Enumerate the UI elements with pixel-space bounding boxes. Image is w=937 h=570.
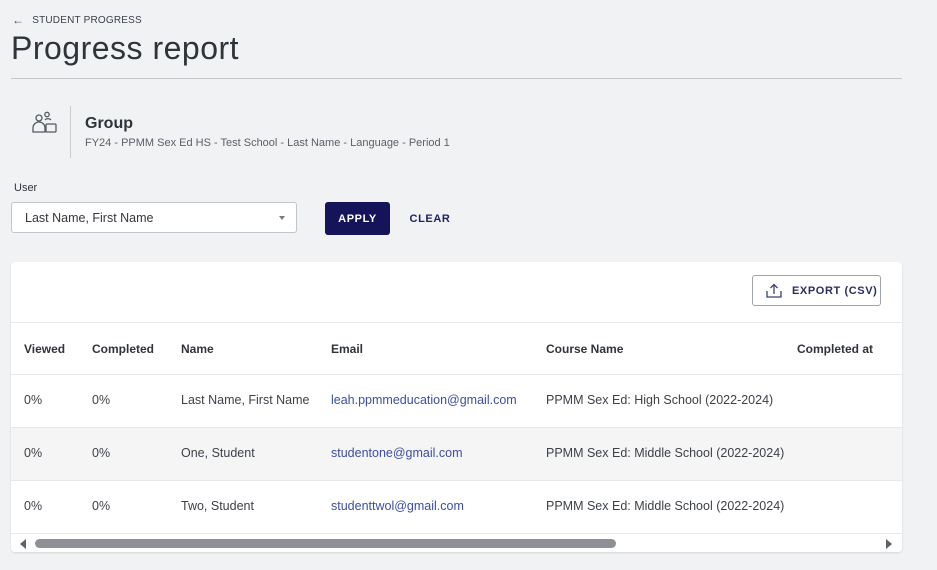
scroll-right-icon[interactable] xyxy=(886,539,892,549)
table-row: 0% 0% One, Student studentone@gmail.com … xyxy=(11,428,902,481)
page-title: Progress report xyxy=(11,30,240,66)
column-header-course-name[interactable]: Course Name xyxy=(546,342,623,356)
title-divider xyxy=(11,78,902,79)
cell-course-name: PPMM Sex Ed: High School (2022-2024) xyxy=(546,393,774,407)
group-users-icon xyxy=(32,111,57,133)
user-select-value: Last Name, First Name xyxy=(25,210,154,225)
cell-email-link[interactable]: studentone@gmail.com xyxy=(331,446,463,460)
table-row: 0% 0% Two, Student studenttwol@gmail.com… xyxy=(11,481,902,534)
chevron-down-icon xyxy=(279,216,285,220)
column-header-name[interactable]: Name xyxy=(181,342,214,356)
breadcrumb-label[interactable]: STUDENT PROGRESS xyxy=(32,15,142,26)
horizontal-scrollbar[interactable] xyxy=(11,535,902,552)
column-header-email[interactable]: Email xyxy=(331,342,363,356)
export-csv-button[interactable]: EXPORT (CSV) xyxy=(752,275,881,306)
cell-name: Two, Student xyxy=(181,499,254,513)
cell-completed: 0% xyxy=(92,393,111,407)
progress-table-card: EXPORT (CSV) Viewed Completed Name Email… xyxy=(11,262,902,552)
arrow-left-icon[interactable]: ← xyxy=(12,14,24,26)
apply-button[interactable]: APPLY xyxy=(325,202,390,235)
column-header-viewed[interactable]: Viewed xyxy=(24,342,65,356)
group-detail: FY24 - PPMM Sex Ed HS - Test School - La… xyxy=(85,137,450,149)
export-csv-label: EXPORT (CSV) xyxy=(792,284,878,297)
cell-viewed: 0% xyxy=(24,393,43,407)
cell-course-name: PPMM Sex Ed: Middle School (2022-2024) xyxy=(546,499,785,513)
table-row: 0% 0% Last Name, First Name leah.ppmmedu… xyxy=(11,375,902,428)
cell-email-link[interactable]: leah.ppmmeducation@gmail.com xyxy=(331,393,517,407)
clear-button[interactable]: CLEAR xyxy=(402,202,458,235)
cell-name: Last Name, First Name xyxy=(181,393,310,407)
cell-email-link[interactable]: studenttwol@gmail.com xyxy=(331,499,464,513)
cell-completed: 0% xyxy=(92,499,111,513)
column-header-completed[interactable]: Completed xyxy=(92,342,154,356)
breadcrumb[interactable]: ← STUDENT PROGRESS xyxy=(12,14,142,26)
progress-report-page: ← STUDENT PROGRESS Progress report Group… xyxy=(0,0,937,570)
cell-course-name: PPMM Sex Ed: Middle School (2022-2024) xyxy=(546,446,785,460)
table-header: Viewed Completed Name Email Course Name … xyxy=(11,322,902,375)
scrollbar-thumb[interactable] xyxy=(35,539,616,548)
user-filter-label: User xyxy=(14,182,38,194)
group-label: Group xyxy=(85,115,133,132)
upload-icon xyxy=(766,283,782,298)
scroll-left-icon[interactable] xyxy=(20,539,26,549)
cell-name: One, Student xyxy=(181,446,255,460)
user-select[interactable]: Last Name, First Name xyxy=(11,202,297,233)
cell-viewed: 0% xyxy=(24,499,43,513)
group-divider xyxy=(70,106,71,158)
cell-completed: 0% xyxy=(92,446,111,460)
cell-viewed: 0% xyxy=(24,446,43,460)
column-header-completed-at[interactable]: Completed at xyxy=(797,342,873,356)
